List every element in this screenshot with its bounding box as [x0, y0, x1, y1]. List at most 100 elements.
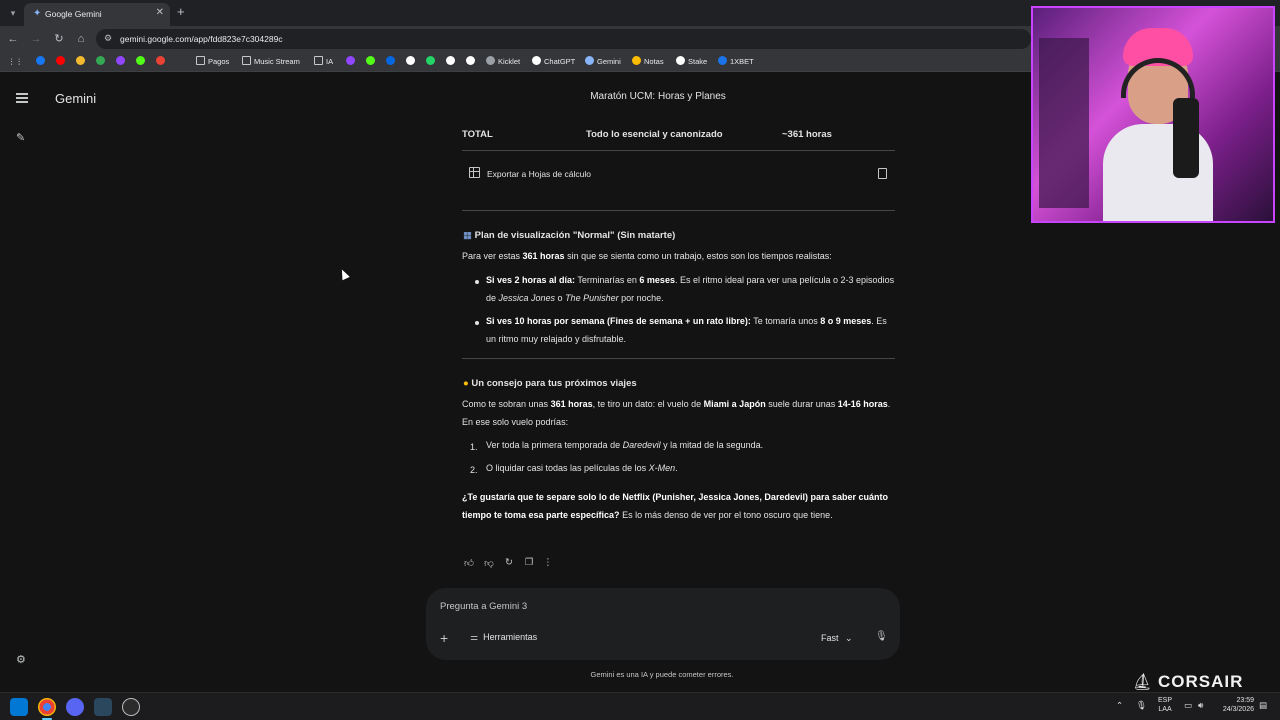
list-item: Si ves 10 horas por semana (Fines de sem…	[486, 313, 896, 348]
microphone-tray-icon[interactable]: 🎙︎	[1136, 700, 1147, 711]
bookmark-15[interactable]	[446, 56, 458, 68]
back-icon[interactable]: ←	[6, 32, 20, 46]
bookmark-ia[interactable]: IA	[314, 56, 333, 68]
folder-icon	[196, 56, 205, 65]
text-run: O liquidar casi todas las películas de l…	[486, 463, 649, 473]
bookmark-1xbet[interactable]: 1XBET	[718, 56, 754, 68]
bookmark-notas[interactable]: Notas	[632, 56, 664, 68]
gemini-icon: ✦	[33, 8, 42, 19]
menu-icon[interactable]	[16, 93, 28, 103]
bookmark-label: ChatGPT	[544, 57, 576, 66]
bookmark-label: Pagos	[208, 57, 230, 66]
bold-text: Si ves 10 horas por semana (Fines de sem…	[486, 316, 751, 326]
reload-icon[interactable]: ↻	[52, 32, 66, 46]
language-indicator[interactable]: ESP LAA	[1158, 696, 1172, 714]
text-run: o	[555, 292, 566, 303]
copy-icon[interactable]: ❐	[522, 557, 536, 568]
text-run: sin que se sienta como un trabajo, estos…	[564, 251, 832, 261]
x-icon	[446, 56, 455, 65]
notifications-icon[interactable]: ▤	[1259, 700, 1267, 711]
new-tab-button[interactable]: +	[177, 4, 185, 19]
address-bar[interactable]: ⚙ gemini.google.com/app/fdd823e7c304289c	[96, 29, 1031, 49]
tools-button[interactable]: ⚌ Herramientas	[470, 632, 537, 643]
windows-start-icon[interactable]	[10, 698, 28, 716]
bookmark-11[interactable]	[366, 56, 378, 68]
total-label: TOTAL	[462, 129, 493, 140]
bookmark-label: Notas	[644, 57, 664, 66]
bookmark-14[interactable]	[426, 56, 438, 68]
bookmark-10[interactable]	[346, 56, 358, 68]
keyboard-layout: LAA	[1158, 706, 1172, 713]
bookmark-gemini[interactable]: Gemini	[585, 56, 621, 68]
forward-icon[interactable]: →	[29, 32, 43, 46]
bookmark-3[interactable]	[96, 56, 108, 68]
twitch-icon	[116, 56, 125, 65]
bookmark-music-stream[interactable]: Music Stream	[242, 56, 300, 68]
new-chat-icon[interactable]: ✎	[16, 131, 25, 144]
italic-text: The Punisher	[565, 292, 619, 303]
divider	[462, 358, 895, 359]
bookmark-1[interactable]	[56, 56, 68, 68]
clock-date: 24/3/2026	[1222, 706, 1254, 713]
bookmark-label: 1XBET	[730, 57, 754, 66]
kick-icon	[366, 56, 375, 65]
binance-icon	[76, 56, 85, 65]
copy-table-icon[interactable]	[878, 168, 887, 179]
network-icon[interactable]: ▭	[1184, 700, 1192, 711]
tab-search-icon[interactable]: ▾	[6, 6, 20, 20]
bookmark-label: Kicklet	[498, 57, 521, 66]
bookmark-6[interactable]	[156, 56, 168, 68]
bookmark-kicklet[interactable]: Kicklet	[486, 56, 520, 68]
bookmark-2[interactable]	[76, 56, 88, 68]
clock[interactable]: 23:59 24/3/2026	[1214, 696, 1254, 714]
bookmark-0[interactable]	[36, 56, 48, 68]
thumbs-up-icon[interactable]: 👍︎	[462, 557, 476, 569]
bullet	[475, 280, 479, 284]
tip-heading-text: Un consejo para tus próximos viajes	[471, 378, 637, 389]
bold-text: 361 horas	[550, 399, 593, 409]
bookmark-13[interactable]	[406, 56, 418, 68]
settings-icon[interactable]: ⚙	[16, 653, 26, 666]
windows-taskbar: ⌃ 🎙︎ ESP LAA ▭ 🔊︎ 23:59 24/3/2026 ▤	[0, 692, 1280, 720]
add-attachment-icon[interactable]: +	[440, 630, 448, 646]
bold-text: 8 o 9 meses	[820, 316, 872, 326]
diamond-icon	[466, 56, 475, 65]
model-selector[interactable]: Fast ⌄	[821, 633, 853, 644]
tip-intro: Como te sobran unas 361 horas, te tiro u…	[462, 396, 895, 431]
chevron-up-icon[interactable]: ⌃	[1116, 700, 1123, 711]
microphone-icon[interactable]: 🎙︎	[875, 631, 888, 642]
discord-icon[interactable]	[66, 698, 84, 716]
prompt-box: + ⚌ Herramientas Fast ⌄ 🎙︎	[426, 588, 900, 660]
more-options-icon[interactable]: ⋮	[541, 557, 555, 568]
bookmark-5[interactable]	[136, 56, 148, 68]
bookmark-stake[interactable]: Stake	[676, 56, 707, 68]
apps-icon[interactable]: ⋮⋮	[8, 56, 23, 68]
gemini-icon	[585, 56, 594, 65]
thumbs-down-icon[interactable]: 👎︎	[482, 557, 496, 569]
volume-icon[interactable]: 🔊︎	[1198, 700, 1203, 711]
text-run: Para ver estas	[462, 251, 523, 261]
list-item: Ver toda la primera temporada de Daredev…	[486, 437, 896, 455]
bullet	[475, 321, 479, 325]
language-code: ESP	[1158, 697, 1173, 704]
obs-icon[interactable]	[122, 698, 140, 716]
home-icon[interactable]: ⌂	[74, 32, 88, 46]
regenerate-icon[interactable]: ↻	[502, 557, 516, 568]
chatgpt-icon	[532, 56, 541, 65]
browser-tab[interactable]: ✦ Google Gemini ✕	[24, 3, 170, 26]
bookmark-16[interactable]	[466, 56, 478, 68]
close-icon[interactable]: ✕	[156, 7, 164, 18]
webcam-overlay	[1031, 6, 1275, 223]
bookmark-4[interactable]	[116, 56, 128, 68]
chrome-icon[interactable]	[38, 698, 56, 716]
export-to-sheets-button[interactable]: Exportar a Hojas de cálculo	[487, 169, 591, 179]
bookmark-pagos[interactable]: Pagos	[196, 56, 229, 68]
bookmark-chatgpt[interactable]: ChatGPT	[532, 56, 575, 68]
prompt-input[interactable]	[440, 601, 840, 612]
steam-icon[interactable]	[94, 698, 112, 716]
bold-text: Miami a Japón	[703, 399, 766, 409]
folder-icon	[242, 56, 251, 65]
conversation-title[interactable]: Maratón UCM: Horas y Planes	[580, 91, 736, 102]
bookmark-12[interactable]	[386, 56, 398, 68]
site-info-icon[interactable]: ⚙	[104, 33, 112, 44]
